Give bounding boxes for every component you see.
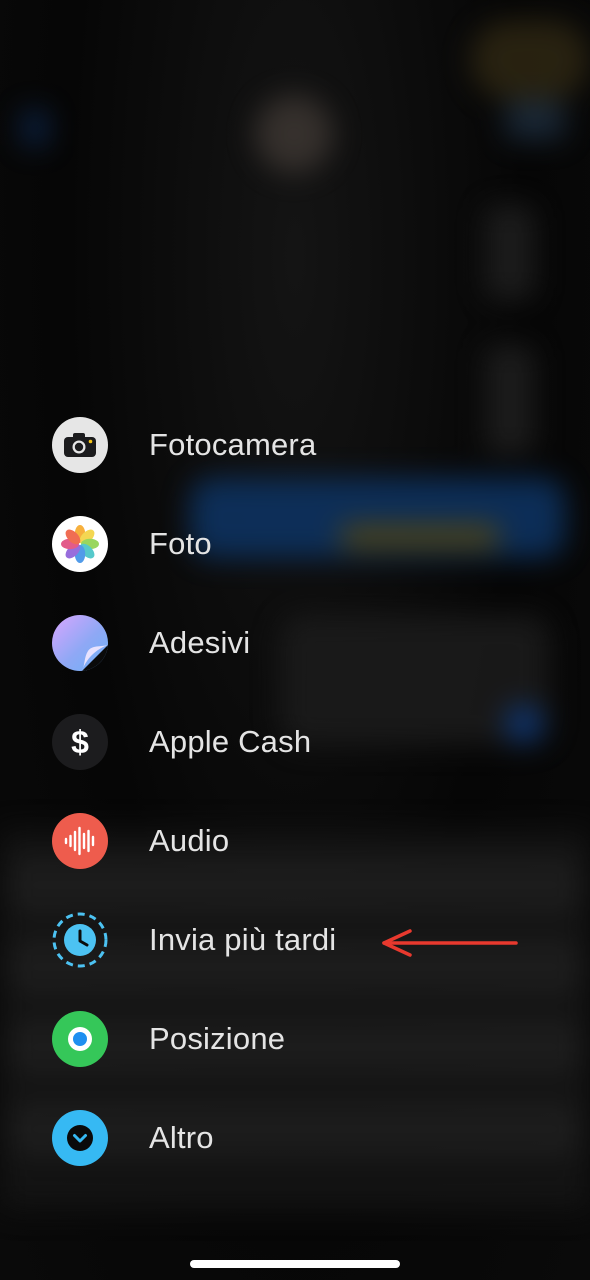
- red-arrow-icon: [382, 929, 518, 957]
- menu-item-more[interactable]: Altro: [52, 1108, 532, 1168]
- location-icon: [52, 1011, 108, 1067]
- menu-item-label: Invia più tardi: [149, 922, 337, 957]
- photos-icon: [52, 516, 108, 572]
- menu-item-label: Fotocamera: [149, 427, 317, 462]
- menu-item-label: Apple Cash: [149, 724, 312, 759]
- menu-item-label: Altro: [149, 1120, 214, 1155]
- menu-item-camera[interactable]: Fotocamera: [52, 415, 532, 475]
- audio-waveform-icon: [52, 813, 108, 869]
- apple-cash-icon: $: [52, 714, 108, 770]
- messages-app-drawer: Fotocamera Foto Adesivi $ Apple Cash Aud…: [0, 0, 590, 1280]
- menu-item-photos[interactable]: Foto: [52, 514, 532, 574]
- send-later-clock-icon: [52, 912, 108, 968]
- menu-item-label: Adesivi: [149, 625, 251, 660]
- menu-item-label: Foto: [149, 526, 212, 561]
- svg-text:$: $: [71, 724, 89, 760]
- menu-item-stickers[interactable]: Adesivi: [52, 613, 532, 673]
- stickers-icon: [52, 615, 108, 671]
- menu-item-label: Audio: [149, 823, 230, 858]
- menu-item-apple-cash[interactable]: $ Apple Cash: [52, 712, 532, 772]
- chevron-down-icon: [52, 1110, 108, 1166]
- camera-icon: [52, 417, 108, 473]
- menu-item-label: Posizione: [149, 1021, 286, 1056]
- menu-item-audio[interactable]: Audio: [52, 811, 532, 871]
- home-indicator[interactable]: [190, 1260, 400, 1268]
- menu-item-location[interactable]: Posizione: [52, 1009, 532, 1069]
- app-drawer-menu: Fotocamera Foto Adesivi $ Apple Cash Aud…: [0, 0, 590, 1280]
